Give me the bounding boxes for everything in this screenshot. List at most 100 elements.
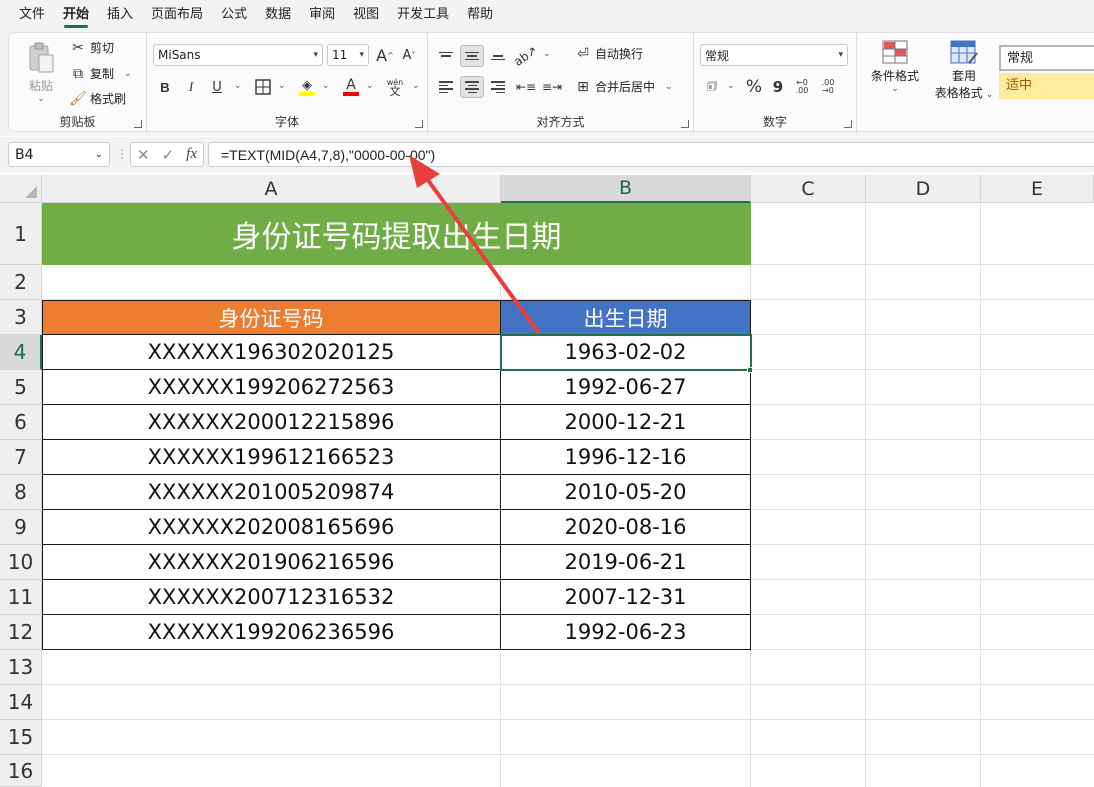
row-header-15[interactable]: 15 — [0, 720, 42, 755]
id-cell[interactable]: XXXXXX199206272563 — [42, 370, 501, 405]
style-neutral[interactable]: 适中 — [999, 73, 1094, 99]
paste-button[interactable]: 粘贴 ⌄ — [21, 41, 61, 104]
decrease-indent-button[interactable]: ⇤≡ — [514, 76, 538, 98]
row-header-4[interactable]: 4 — [0, 335, 42, 370]
increase-decimal-button[interactable]: ←0 .00 — [790, 76, 814, 98]
select-all-corner[interactable] — [0, 175, 42, 203]
date-cell[interactable]: 1992-06-23 — [501, 615, 751, 650]
menu-review[interactable]: 审阅 — [300, 0, 344, 30]
date-cell[interactable]: 2000-12-21 — [501, 405, 751, 440]
align-top-button[interactable] — [434, 45, 458, 67]
phonetic-button[interactable]: wén 文 — [383, 76, 407, 98]
font-launcher-icon[interactable] — [415, 120, 423, 128]
borders-button[interactable] — [251, 76, 275, 98]
chevron-down-icon[interactable]: ⌄ — [543, 49, 551, 59]
header-cell-id[interactable]: 身份证号码 — [42, 300, 501, 335]
row-header-3[interactable]: 3 — [0, 300, 42, 335]
italic-button[interactable]: I — [179, 76, 203, 98]
chevron-down-icon[interactable]: ⌄ — [95, 149, 103, 160]
grow-font-button[interactable]: A ^ — [373, 44, 397, 66]
id-cell[interactable]: XXXXXX196302020125 — [42, 335, 501, 370]
column-header-b[interactable]: B — [501, 175, 751, 203]
row-header-12[interactable]: 12 — [0, 615, 42, 650]
align-right-button[interactable] — [486, 76, 510, 98]
menu-insert[interactable]: 插入 — [98, 0, 142, 30]
align-middle-button[interactable] — [460, 45, 484, 67]
menu-formulas[interactable]: 公式 — [212, 0, 256, 30]
row-header-6[interactable]: 6 — [0, 405, 42, 440]
number-format-select[interactable]: 常规 ▾ — [700, 44, 848, 66]
accounting-format-button[interactable]: 🗊 — [700, 76, 724, 98]
row-header-1[interactable]: 1 — [0, 203, 42, 265]
column-header-e[interactable]: E — [981, 175, 1094, 203]
merge-center-button[interactable]: ⊞ 合并后居中 ⌄ — [574, 78, 672, 95]
underline-button[interactable]: U — [205, 76, 229, 98]
menu-developer[interactable]: 开发工具 — [388, 0, 458, 30]
column-header-d[interactable]: D — [866, 175, 981, 203]
insert-function-icon[interactable]: fx — [186, 146, 197, 163]
font-size-select[interactable]: 11 ▾ — [327, 44, 369, 66]
format-painter-button[interactable]: 🖌 格式刷 — [69, 90, 126, 107]
font-color-button[interactable]: A — [339, 76, 363, 98]
cut-button[interactable]: ✂ 剪切 — [69, 39, 114, 56]
format-as-table-button[interactable]: 套用 表格格式 ⌄ — [931, 39, 997, 101]
date-cell[interactable]: 2007-12-31 — [501, 580, 751, 615]
copy-button[interactable]: ⧉ 复制 ⌄ — [69, 65, 132, 82]
date-cell[interactable]: 1992-06-27 — [501, 370, 751, 405]
id-cell[interactable]: XXXXXX199206236596 — [42, 615, 501, 650]
number-launcher-icon[interactable] — [844, 120, 852, 128]
id-cell[interactable]: XXXXXX200012215896 — [42, 405, 501, 440]
id-cell[interactable]: XXXXXX202008165696 — [42, 510, 501, 545]
column-header-c[interactable]: C — [751, 175, 866, 203]
shrink-font-button[interactable]: A ˅ — [397, 44, 421, 66]
align-left-button[interactable] — [434, 76, 458, 98]
id-cell[interactable]: XXXXXX201906216596 — [42, 545, 501, 580]
align-center-button[interactable] — [460, 76, 484, 98]
alignment-launcher-icon[interactable] — [681, 120, 689, 128]
row-header-10[interactable]: 10 — [0, 545, 42, 580]
name-box[interactable]: B4 ⌄ — [8, 142, 110, 167]
chevron-down-icon[interactable]: ⌄ — [322, 81, 330, 91]
clipboard-launcher-icon[interactable] — [134, 120, 142, 128]
row-header-9[interactable]: 9 — [0, 510, 42, 545]
sheet-title-cell[interactable]: 身份证号码提取出生日期 — [42, 203, 751, 265]
row-header-16[interactable]: 16 — [0, 755, 42, 787]
comma-style-button[interactable]: 9 — [766, 76, 790, 98]
enter-icon[interactable]: ✓ — [162, 146, 175, 164]
date-cell[interactable]: 1963-02-02 — [501, 335, 751, 370]
chevron-down-icon[interactable]: ⌄ — [278, 81, 286, 91]
row-header-14[interactable]: 14 — [0, 685, 42, 720]
column-header-a[interactable]: A — [42, 175, 501, 203]
fill-color-button[interactable]: ◈ — [295, 76, 319, 98]
date-cell[interactable]: 2010-05-20 — [501, 475, 751, 510]
id-cell[interactable]: XXXXXX200712316532 — [42, 580, 501, 615]
menu-data[interactable]: 数据 — [256, 0, 300, 30]
date-cell[interactable]: 1996-12-16 — [501, 440, 751, 475]
row-header-11[interactable]: 11 — [0, 580, 42, 615]
row-header-2[interactable]: 2 — [0, 265, 42, 300]
id-cell[interactable]: XXXXXX201005209874 — [42, 475, 501, 510]
orientation-button[interactable]: ab↗ — [512, 43, 541, 69]
fill-handle[interactable] — [747, 367, 753, 373]
header-cell-birthdate[interactable]: 出生日期 — [501, 300, 751, 335]
decrease-decimal-button[interactable]: .00 →0 — [816, 76, 840, 98]
id-cell[interactable]: XXXXXX199612166523 — [42, 440, 501, 475]
row-header-7[interactable]: 7 — [0, 440, 42, 475]
formula-input[interactable]: =TEXT(MID(A4,7,8),"0000-00-00") — [208, 142, 1094, 167]
chevron-down-icon[interactable]: ⌄ — [366, 81, 374, 91]
chevron-down-icon[interactable]: ⌄ — [412, 81, 420, 91]
style-normal[interactable]: 常规 — [999, 45, 1094, 71]
wrap-text-button[interactable]: ⏎ 自动换行 — [574, 45, 643, 62]
font-name-select[interactable]: MiSans ▾ — [153, 44, 323, 66]
row-header-13[interactable]: 13 — [0, 650, 42, 685]
bold-button[interactable]: B — [153, 76, 177, 98]
date-cell[interactable]: 2019-06-21 — [501, 545, 751, 580]
increase-indent-button[interactable]: ≡⇥ — [540, 76, 564, 98]
chevron-down-icon[interactable]: ⌄ — [727, 81, 735, 91]
chevron-down-icon[interactable]: ⌄ — [234, 81, 242, 91]
menu-file[interactable]: 文件 — [10, 0, 54, 30]
date-cell[interactable]: 2020-08-16 — [501, 510, 751, 545]
cancel-icon[interactable]: ✕ — [137, 146, 150, 164]
menu-view[interactable]: 视图 — [344, 0, 388, 30]
percent-button[interactable]: % — [742, 76, 766, 98]
